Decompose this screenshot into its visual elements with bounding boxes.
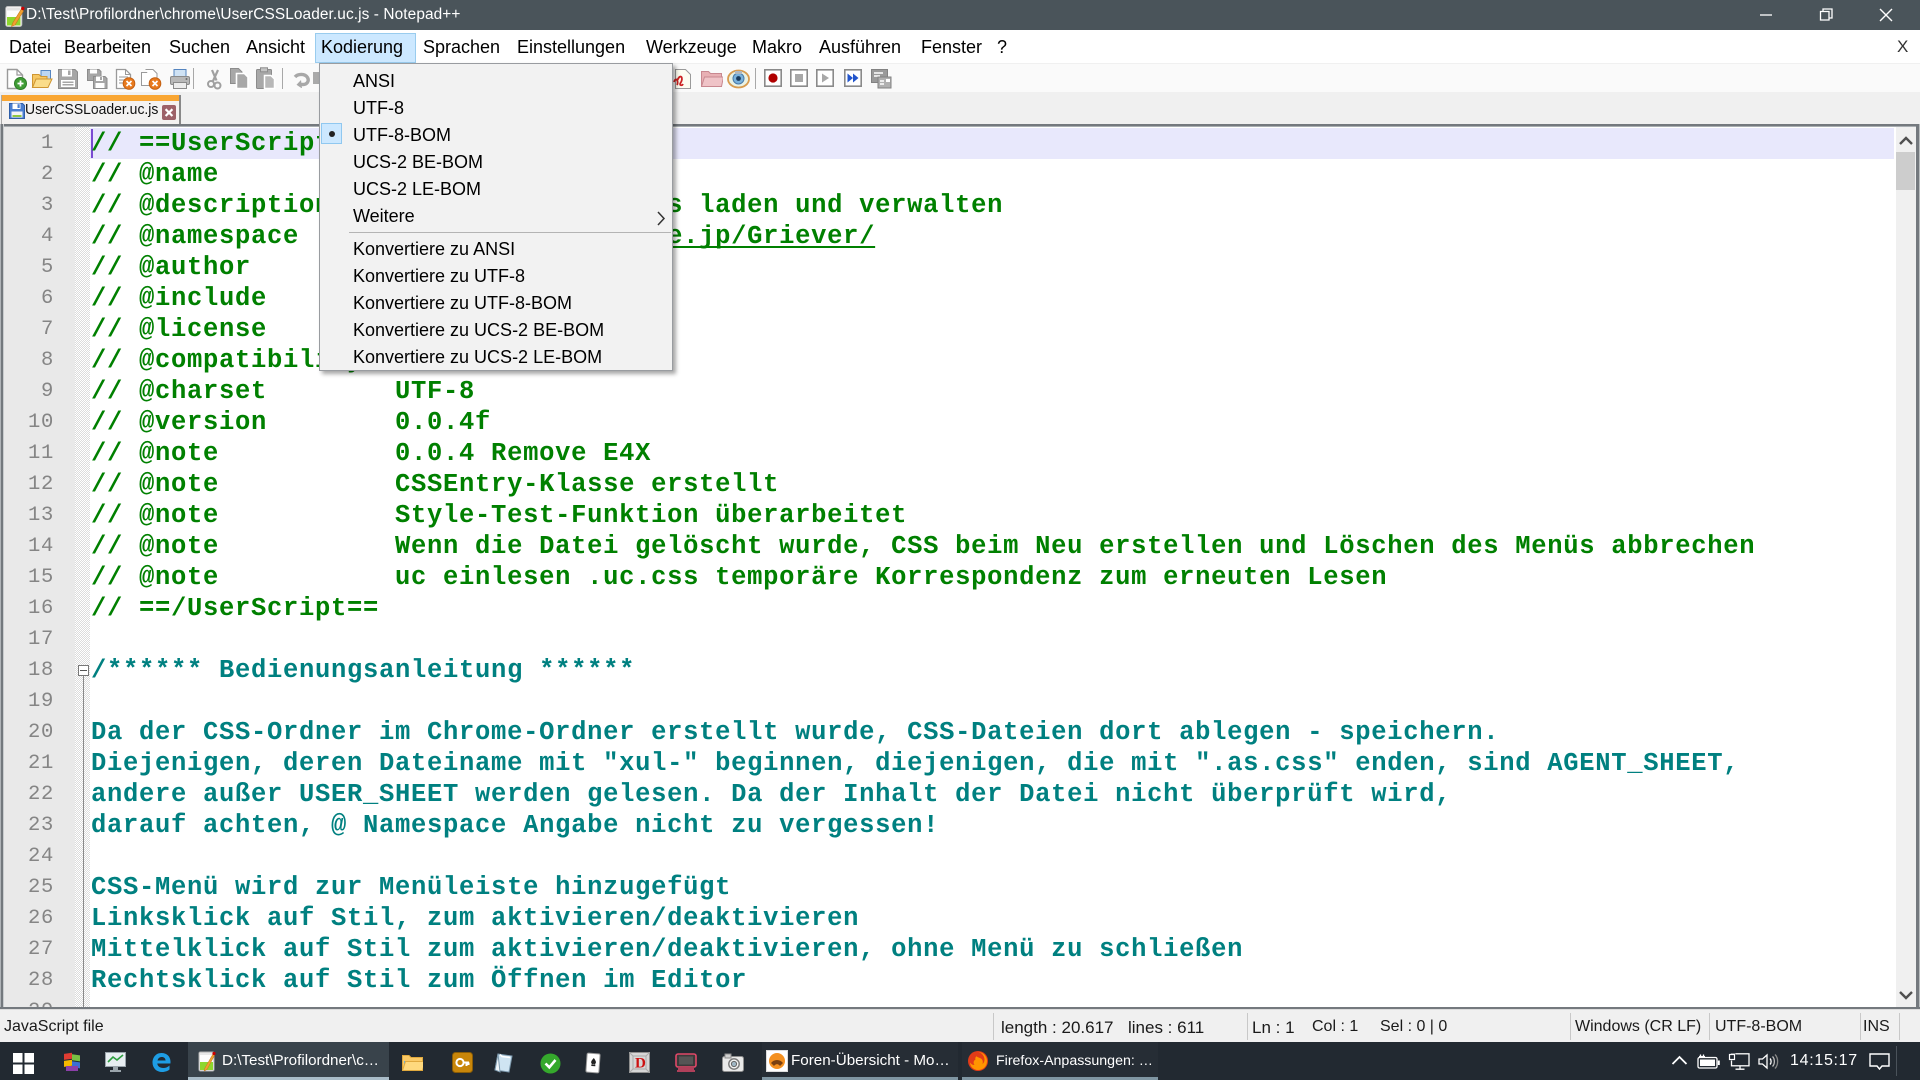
- svg-text:D: D: [635, 1056, 646, 1072]
